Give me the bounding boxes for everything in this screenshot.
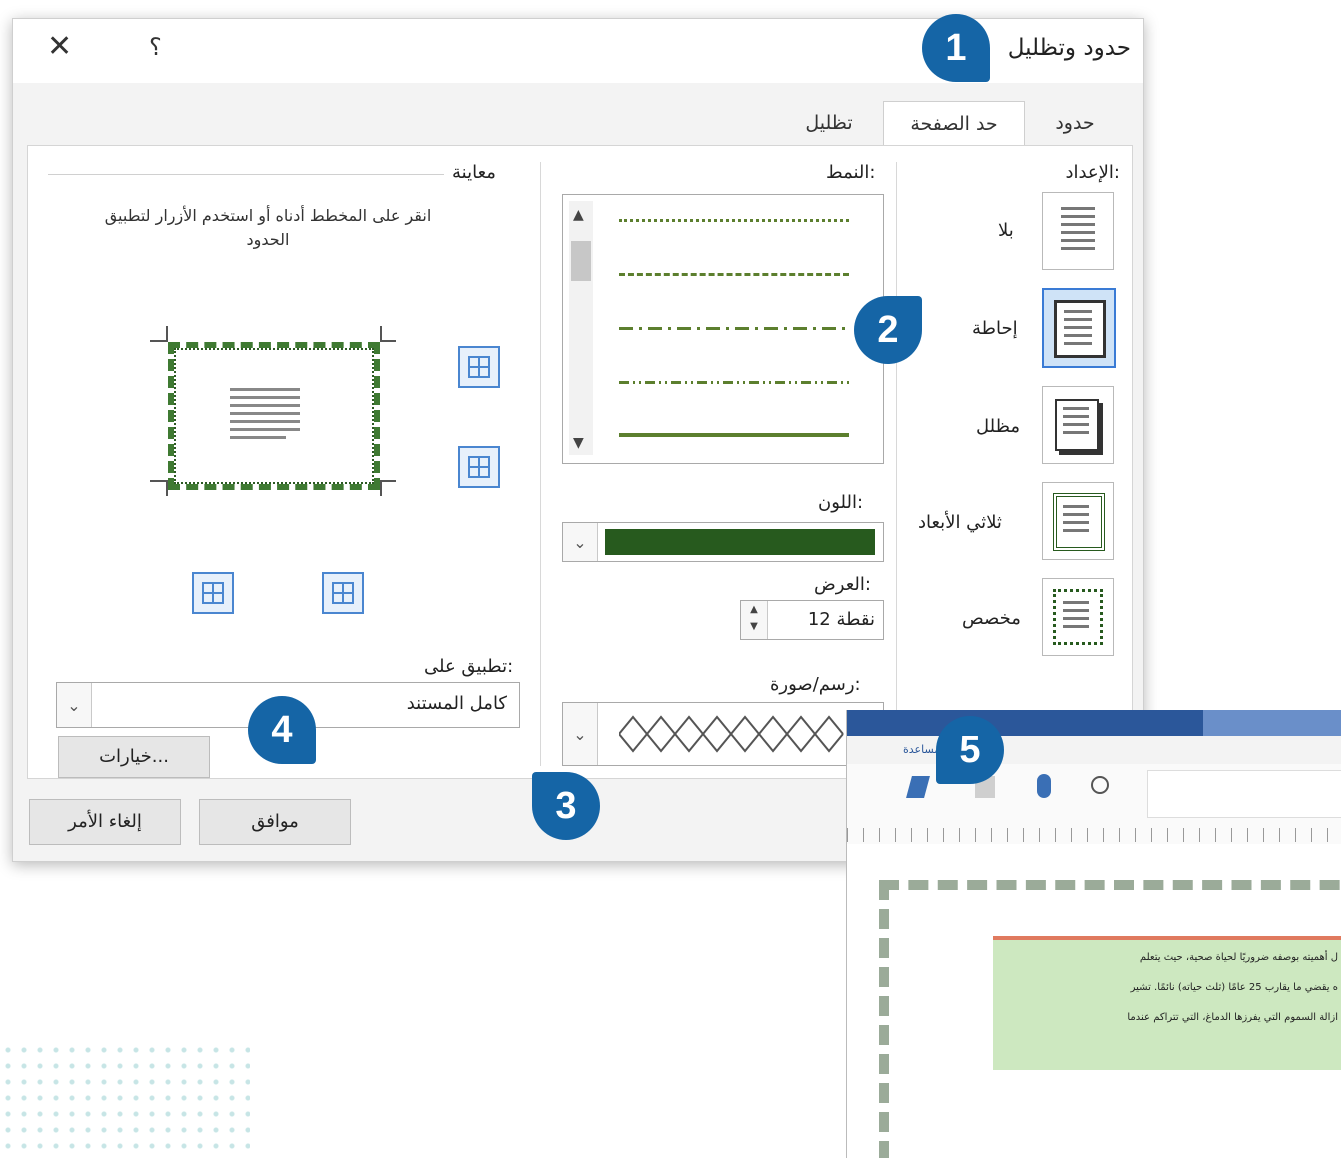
preset-box-thumbnail xyxy=(1042,288,1116,368)
bottom-border-button[interactable] xyxy=(458,446,500,488)
setting-shadow-label: مظلل xyxy=(976,416,1020,437)
word-titlebar xyxy=(847,710,1341,736)
setting-custom-label: مخصص xyxy=(962,608,1021,629)
dialog-title: حدود وتظليل xyxy=(1007,35,1131,61)
chevron-down-icon[interactable]: ⌄ xyxy=(563,523,598,561)
callout-4: 4 xyxy=(248,696,316,764)
decorative-dots xyxy=(0,1042,250,1158)
callout-1: 1 xyxy=(922,14,990,82)
preview-label: معاينة xyxy=(452,162,496,183)
microphone-icon[interactable] xyxy=(1037,774,1051,798)
doc-line: ه يقضي ما يقارب 25 عامًا (ثلث حياته) نائ… xyxy=(1130,982,1338,993)
top-border-button[interactable] xyxy=(458,346,500,388)
callout-2: 2 xyxy=(854,296,922,364)
spinner-arrows-icon[interactable]: ▲ ▼ xyxy=(741,601,768,639)
apply-to-label: تطبيق على: xyxy=(424,656,514,677)
options-button[interactable]: خيارات... xyxy=(58,736,210,778)
chevron-down-icon[interactable]: ⌄ xyxy=(563,703,598,765)
preset-shadow-thumbnail xyxy=(1042,386,1114,464)
ribbon-tab-help[interactable]: مساعدة xyxy=(903,743,940,756)
width-value: 12 نقطة xyxy=(807,609,875,630)
style-scrollbar[interactable]: ▲ ▼ xyxy=(569,201,593,455)
doc-line: ازالة السموم التي يفرزها الدماغ، التي تت… xyxy=(1127,1012,1338,1023)
right-border-button[interactable] xyxy=(322,572,364,614)
width-spinner[interactable]: ▲ ▼ 12 نقطة xyxy=(740,600,884,640)
style-option-dash-dot[interactable] xyxy=(619,327,849,330)
style-option-dash-dot-dot[interactable] xyxy=(619,381,849,384)
style-label: النمط: xyxy=(826,162,876,183)
color-label: اللون: xyxy=(818,492,864,513)
chevron-down-icon[interactable]: ⌄ xyxy=(57,683,92,727)
preset-none-thumbnail xyxy=(1042,192,1114,270)
word-document-window: مساعدة ل أهميته بوصفه ضروريًا لحياة صحية… xyxy=(846,710,1341,1158)
scroll-up-icon[interactable]: ▲ xyxy=(573,207,584,223)
setting-none[interactable] xyxy=(1042,192,1114,270)
ok-button[interactable]: موافق xyxy=(199,799,351,845)
tab-shading[interactable]: تظليل xyxy=(779,101,879,145)
word-ribbon xyxy=(847,764,1341,845)
word-page: ل أهميته بوصفه ضروريًا لحياة صحية، حيث ي… xyxy=(847,844,1341,1158)
column-divider xyxy=(896,162,897,766)
setting-3d-label: ثلاثي الأبعاد xyxy=(918,512,1002,533)
close-button[interactable]: ✕ xyxy=(47,29,72,64)
width-label: العرض: xyxy=(814,574,871,595)
art-label: رسم/صورة: xyxy=(770,674,861,695)
art-dropdown[interactable]: ⌄ xyxy=(562,702,884,766)
art-pattern-preview xyxy=(619,715,844,753)
scroll-down-icon[interactable]: ▼ xyxy=(573,435,584,451)
style-option-dashed[interactable] xyxy=(619,273,849,276)
highlighted-paragraph: ل أهميته بوصفه ضروريًا لحياة صحية، حيث ي… xyxy=(993,936,1341,1070)
setting-label: الإعداد: xyxy=(1065,162,1120,183)
setting-custom[interactable] xyxy=(1042,578,1114,656)
style-listbox[interactable]: ▲ ▼ xyxy=(562,194,884,464)
setting-shadow[interactable] xyxy=(1042,386,1114,464)
callout-5: 5 xyxy=(936,716,1004,784)
preview-text-lines xyxy=(230,388,300,439)
preview-instructions: انقر على المخطط أدناه أو استخدم الأزرار … xyxy=(104,206,432,249)
apply-to-value: كامل المستند xyxy=(406,693,507,714)
tab-borders[interactable]: حدود xyxy=(1025,101,1125,145)
cancel-button[interactable]: إلغاء الأمر xyxy=(29,799,181,845)
column-divider xyxy=(540,162,541,766)
setting-3d[interactable] xyxy=(1042,482,1114,560)
tab-page-border[interactable]: حد الصفحة xyxy=(883,101,1025,146)
style-option-solid[interactable] xyxy=(619,433,849,437)
preview-divider xyxy=(48,174,444,175)
preset-3d-thumbnail xyxy=(1042,482,1114,560)
setting-none-label: بلا xyxy=(998,220,1014,241)
callout-3: 3 xyxy=(532,772,600,840)
preview-diagram[interactable] xyxy=(150,306,408,516)
pen-icon[interactable] xyxy=(906,776,930,798)
setting-box[interactable] xyxy=(1042,288,1116,368)
search-icon[interactable] xyxy=(1091,776,1109,794)
scroll-thumb[interactable] xyxy=(571,241,591,281)
doc-line: ل أهميته بوصفه ضروريًا لحياة صحية، حيث ي… xyxy=(1139,952,1338,963)
styles-gallery[interactable] xyxy=(1147,770,1341,818)
word-tab-row: مساعدة xyxy=(847,736,1341,765)
help-button[interactable]: ؟ xyxy=(149,33,162,61)
left-border-button[interactable] xyxy=(192,572,234,614)
style-option-dotted[interactable] xyxy=(619,219,849,222)
setting-box-label: إحاطة xyxy=(972,318,1018,339)
ruler xyxy=(847,828,1341,842)
tab-panel: الإعداد: بلا إحاطة مظلل ثلاثي الأبعاد مخ… xyxy=(27,145,1133,779)
preset-custom-thumbnail xyxy=(1042,578,1114,656)
color-dropdown[interactable]: ⌄ xyxy=(562,522,884,562)
color-swatch xyxy=(605,529,875,555)
